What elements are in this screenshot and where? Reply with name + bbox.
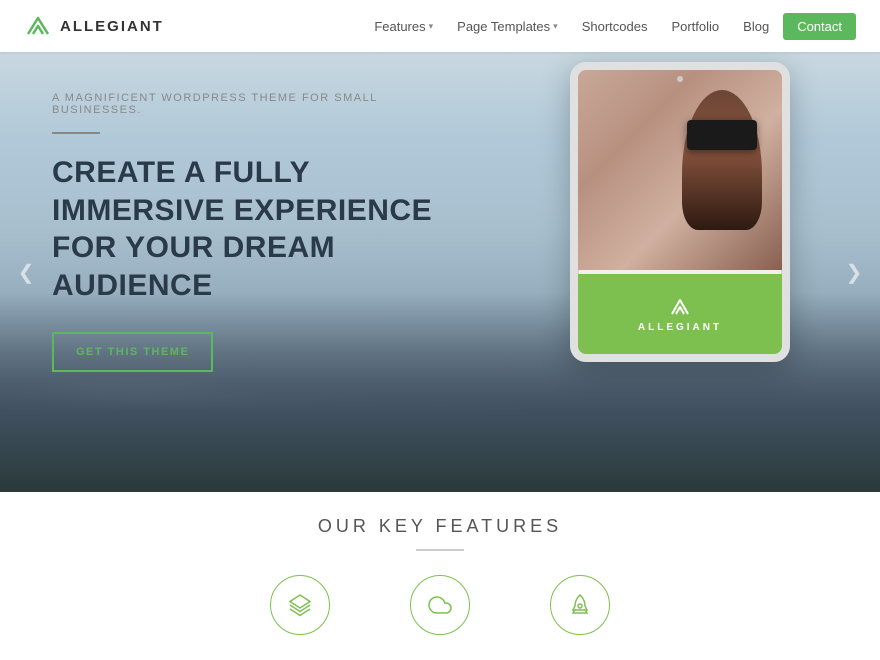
feature-rocket-icon [550,575,610,635]
get-theme-button[interactable]: GET THIS THEME [52,332,213,372]
nav-item-shortcodes[interactable]: Shortcodes [572,13,658,40]
nav-item-page-templates[interactable]: Page Templates ▾ [447,13,568,40]
nav-item-features[interactable]: Features ▾ [364,13,443,40]
features-icons [0,575,880,635]
nav-contact-button[interactable]: Contact [783,13,856,40]
nav: Features ▾ Page Templates ▾ Shortcodes P… [364,13,856,40]
tablet-camera [677,76,683,82]
hero-section: A MAGNIFICENT WORDPRESS THEME FOR SMALL … [0,52,880,492]
hero-next-arrow[interactable]: ❯ [838,256,870,288]
hero-subtitle: A MAGNIFICENT WORDPRESS THEME FOR SMALL … [52,92,452,116]
hero-title: CREATE A FULLY IMMERSIVE EXPERIENCE FOR … [52,154,452,304]
logo-text: ALLEGIANT [60,18,164,35]
hero-divider [52,132,100,134]
tablet-mockup: ALLEGIANT [570,62,790,362]
logo[interactable]: ALLEGIANT [24,12,164,40]
features-section: OUR KEY FEATURES [0,492,880,655]
nav-item-blog[interactable]: Blog [733,13,779,40]
nav-item-portfolio[interactable]: Portfolio [661,13,729,40]
features-divider [416,549,464,551]
tablet-frame: ALLEGIANT [570,62,790,362]
logo-icon [24,12,52,40]
tablet-bottom-bar: ALLEGIANT [578,274,782,354]
tablet-logo-icon [669,296,691,318]
features-title: OUR KEY FEATURES [0,516,880,537]
chevron-down-icon: ▾ [553,21,558,32]
feature-layers-icon [270,575,330,635]
hero-content: A MAGNIFICENT WORDPRESS THEME FOR SMALL … [52,92,452,372]
tablet-screen: ALLEGIANT [578,70,782,354]
chevron-down-icon: ▾ [429,21,434,32]
hero-prev-arrow[interactable]: ❮ [10,256,42,288]
tablet-logo-text: ALLEGIANT [638,322,722,333]
feature-cloud-icon [410,575,470,635]
header: ALLEGIANT Features ▾ Page Templates ▾ Sh… [0,0,880,52]
tablet-photo [578,70,782,270]
